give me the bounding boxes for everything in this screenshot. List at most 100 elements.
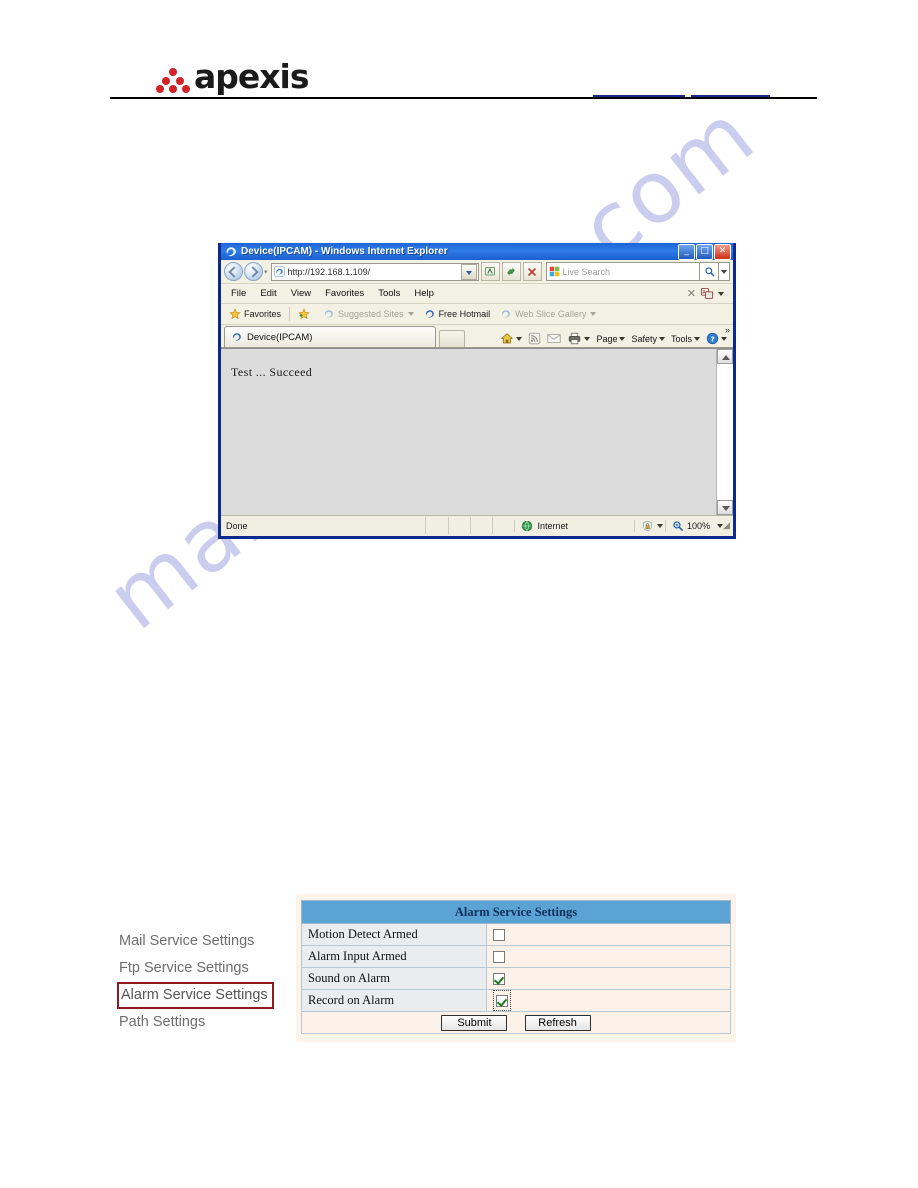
close-button[interactable]: ✕ [714,244,731,260]
vertical-scrollbar[interactable] [716,349,733,515]
resize-grip-icon[interactable]: ◢ [723,520,733,531]
motion-detect-armed-checkbox[interactable] [493,929,505,942]
favbar-suggested-sites-label: Suggested Sites [338,309,404,319]
tools-chevron-down-icon[interactable] [694,336,700,341]
help-question-icon: ? [706,332,719,345]
menu-item-file[interactable]: File [224,288,253,299]
compatibility-view-button[interactable] [480,262,500,281]
alarm-settings-table: Alarm Service Settings Motion Detect Arm… [301,900,731,1034]
page-chevron-down-icon[interactable] [619,336,626,341]
sidebar-item-label: Mail Service Settings [119,933,255,949]
menu-item-view[interactable]: View [284,288,318,299]
sound-on-alarm-checkbox[interactable] [493,973,505,986]
minimize-button[interactable]: _ [678,244,695,260]
alarm-settings-title: Alarm Service Settings [301,900,731,924]
page-menu-button[interactable]: Page [594,334,627,344]
sidebar-item-ftp-service-settings[interactable]: Ftp Service Settings [117,955,274,982]
address-bar[interactable]: http://192.168.1.109/ [270,262,479,281]
favorites-button[interactable]: Favorites [224,308,286,320]
row-label-sound-on-alarm: Sound on Alarm [301,967,487,990]
stop-button[interactable] [522,262,542,281]
refresh-button[interactable]: Refresh [524,1014,591,1031]
menu-item-edit[interactable]: Edit [253,288,283,299]
translate-icon[interactable]: A [700,287,714,300]
safety-menu-button[interactable]: Safety [629,334,667,344]
command-bar-overflow-icon[interactable]: » [725,325,730,335]
command-bar: Page Safety Tools ? [498,332,733,347]
maximize-button[interactable]: □ [696,244,713,260]
live-search-provider-icon [549,266,559,277]
status-cell-2 [447,517,470,534]
row-value-sound-on-alarm [486,967,731,990]
header-divider [110,97,817,99]
protected-mode-indicator[interactable] [634,519,664,532]
close-tab-x-icon[interactable]: ✕ [687,287,696,300]
refresh-icon [507,267,515,276]
table-row: Sound on Alarm [301,967,731,990]
window-titlebar[interactable]: Device(IPCAM) - Windows Internet Explore… [221,243,733,260]
security-zone-indicator[interactable]: Internet [514,519,634,532]
feeds-button[interactable] [526,332,543,345]
scrollbar-track[interactable] [717,364,733,500]
favbar-web-slice-gallery-label: Web Slice Gallery [515,309,587,319]
sidebar-item-label: Ftp Service Settings [119,960,249,976]
sidebar-item-label: Path Settings [119,1014,206,1030]
home-chevron-down-icon[interactable] [516,336,523,341]
tab-device-ipcam[interactable]: Device(IPCAM) [224,326,436,347]
print-chevron-down-icon[interactable] [584,336,591,341]
new-tab-button[interactable] [439,330,465,347]
address-dropdown-chevron-down-icon[interactable] [460,263,477,280]
compatibility-view-icon [485,266,495,275]
add-to-favorites-bar-button[interactable] [293,308,318,320]
sidebar-item-mail-service-settings[interactable]: Mail Service Settings [117,928,274,955]
safety-chevron-down-icon[interactable] [658,336,665,341]
print-button[interactable] [565,332,592,345]
table-row: Motion Detect Armed [301,923,731,946]
record-on-alarm-checkbox[interactable] [496,995,508,1008]
sidebar-item-path-settings[interactable]: Path Settings [117,1009,274,1036]
status-cell-4 [492,517,514,534]
recent-pages-chevron-down-icon[interactable]: ▾ [264,268,268,276]
forward-button[interactable] [244,262,263,281]
back-button[interactable] [224,262,243,281]
tab-bar: Device(IPCAM) Page Safety Tools ? » [221,325,733,348]
search-go-button[interactable] [700,262,719,281]
favbar-item-web-slice-gallery[interactable]: Web Slice Gallery [495,308,601,320]
favbar-item-free-hotmail[interactable]: Free Hotmail [419,308,496,320]
suggested-sites-chevron-down-icon[interactable] [407,312,414,316]
favbar-item-suggested-sites[interactable]: Suggested Sites [318,308,419,320]
stop-x-icon [528,267,536,276]
row-value-alarm-input-armed [486,945,731,968]
submit-button[interactable]: Submit [441,1014,508,1031]
row-value-record-on-alarm [486,989,731,1012]
favbar-divider [289,307,291,321]
web-slice-chevron-down-icon[interactable] [590,312,597,316]
row-label-record-on-alarm: Record on Alarm [301,989,487,1012]
read-mail-button[interactable] [545,333,563,344]
page-body: Test ... Succeed [221,349,716,515]
search-input[interactable]: Live Search [545,262,700,281]
home-button[interactable] [498,332,524,345]
zoom-level-indicator[interactable]: 100% [665,519,724,532]
scroll-down-arrow-icon[interactable] [717,500,733,515]
svg-text:?: ? [711,334,715,343]
help-chevron-down-icon[interactable] [721,336,727,341]
security-zone-label: Internet [537,520,568,531]
protected-mode-chevron-down-icon[interactable] [657,523,664,528]
zoom-level-label: 100% [687,520,711,531]
scroll-up-arrow-icon[interactable] [717,349,733,364]
search-placeholder-text: Live Search [562,266,611,277]
menu-item-help[interactable]: Help [407,288,441,299]
alarm-input-armed-checkbox[interactable] [493,951,505,964]
row-label-alarm-input-armed: Alarm Input Armed [301,945,487,968]
refresh-button[interactable] [501,262,521,281]
menu-item-favorites[interactable]: Favorites [318,288,371,299]
window-title: Device(IPCAM) - Windows Internet Explore… [241,246,448,257]
menu-item-tools[interactable]: Tools [371,288,407,299]
translate-chevron-down-icon[interactable] [718,291,724,296]
table-row: Record on Alarm [301,989,731,1012]
row-value-motion-detect-armed [486,923,731,946]
sidebar-item-alarm-service-settings[interactable]: Alarm Service Settings [117,982,274,1009]
tools-menu-button[interactable]: Tools [669,334,702,344]
search-provider-chevron-down-icon[interactable] [719,262,730,281]
